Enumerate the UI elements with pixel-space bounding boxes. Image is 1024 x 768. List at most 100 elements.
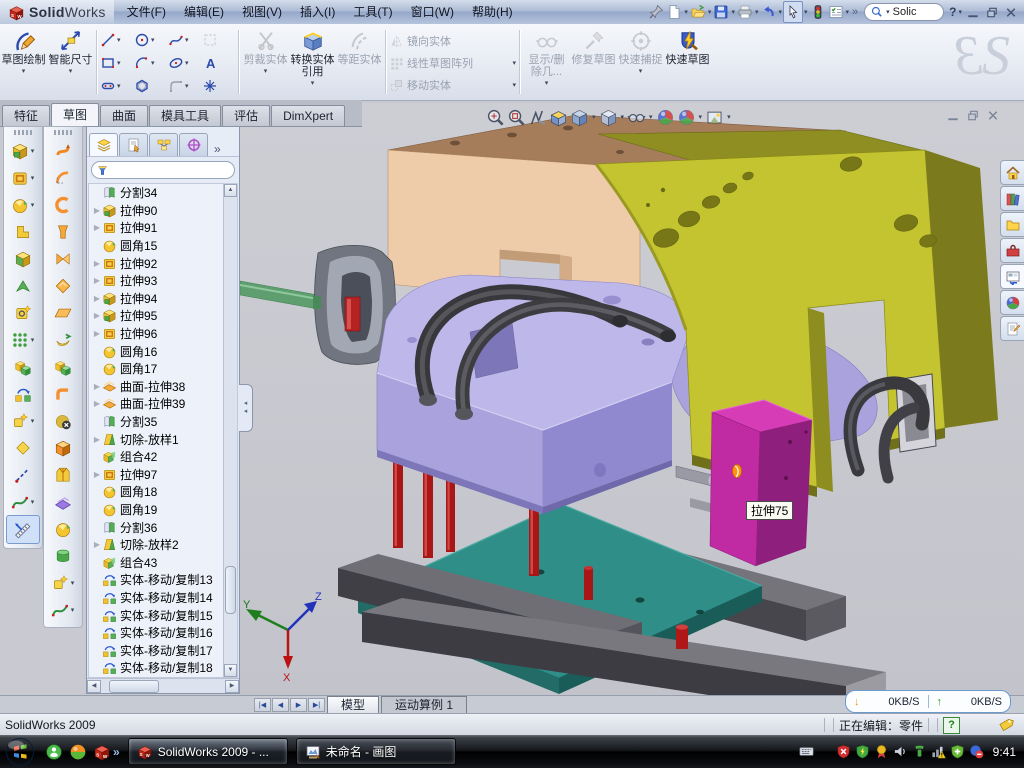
tool-sparkle-box[interactable]: ▾ [6, 407, 40, 434]
tool-pattern-dots[interactable]: ▾ [6, 326, 40, 353]
quicklaunch-security-ball[interactable] [69, 743, 87, 761]
sketch-tool-line[interactable]: ▾ [100, 28, 134, 51]
tab-曲面[interactable]: 曲面 [100, 105, 148, 126]
tab-nav-button[interactable]: |◀ [254, 698, 271, 712]
chevron-down-icon[interactable]: ▾ [621, 113, 625, 121]
tree-item-拉伸92[interactable]: ▶拉伸92 [89, 254, 237, 272]
help-button[interactable]: ? [949, 5, 956, 19]
chevron-down-icon[interactable]: ▾ [684, 8, 688, 16]
tool-fillet-ball[interactable]: ▾ [6, 191, 40, 218]
undo-button[interactable] [759, 2, 777, 22]
tray-volume[interactable] [893, 744, 908, 759]
toolbar-overflow-chevron[interactable]: » [852, 6, 858, 18]
cmd-trim[interactable]: 剪裁实体▾ [242, 24, 289, 100]
tree-item-圆角15[interactable]: 圆角15 [89, 237, 237, 255]
expand-arrow-icon[interactable]: ▶ [92, 223, 102, 232]
scroll-down-button[interactable]: ▼ [224, 664, 237, 677]
tray-antivirus-red[interactable] [836, 744, 851, 759]
chevron-down-icon[interactable]: ▾ [699, 113, 703, 121]
quicklaunch-solidworks[interactable]: SW [93, 743, 111, 761]
tree-item-实体-移动/复制16[interactable]: 实体-移动/复制16 [89, 624, 237, 642]
cmd-mirror[interactable]: 镜向实体 [389, 30, 517, 52]
menu-编辑(E)[interactable]: 编辑(E) [175, 0, 233, 24]
tool-fillet-ball[interactable] [46, 515, 80, 542]
tool-funnel-orange[interactable] [46, 218, 80, 245]
tool-dash-dot[interactable] [6, 461, 40, 488]
tool-cubes-pair[interactable] [6, 353, 40, 380]
expand-arrow-icon[interactable]: ▶ [92, 206, 102, 215]
expand-arrow-icon[interactable]: ▶ [92, 470, 102, 479]
scroll-right-button[interactable]: ▶ [225, 680, 239, 693]
part-extrude75-block[interactable] [710, 400, 812, 566]
expand-arrow-icon[interactable]: ▶ [92, 540, 102, 549]
tab-评估[interactable]: 评估 [222, 105, 270, 126]
help-chevron-icon[interactable]: ▾ [958, 8, 962, 16]
tree-item-圆角17[interactable]: 圆角17 [89, 360, 237, 378]
cmd-convert[interactable]: 转换实体引用▾ [289, 24, 336, 100]
select-cursor-button[interactable] [783, 1, 803, 23]
graphics-viewport[interactable]: Y Z X [240, 103, 1024, 695]
tool-cube-green-face[interactable] [6, 245, 40, 272]
hud-display-style[interactable] [599, 108, 618, 127]
tool-hole-wizard[interactable] [6, 299, 40, 326]
taskpane-file-explorer[interactable] [1000, 212, 1024, 237]
tree-item-实体-移动/复制18[interactable]: 实体-移动/复制18 [89, 659, 237, 677]
taskbar-window-2[interactable]: 未命名 - 画图 [296, 738, 456, 765]
sketch-tool-rectangle[interactable]: ▾ [100, 51, 134, 74]
panel-tab-configurationmanager[interactable] [149, 133, 178, 156]
tree-item-组合43[interactable]: 组合43 [89, 553, 237, 571]
expand-arrow-icon[interactable]: ▶ [92, 294, 102, 303]
menu-窗口(W)[interactable]: 窗口(W) [402, 0, 463, 24]
tool-extrude-sq[interactable]: ▾ [6, 164, 40, 191]
toolbar-drag-handle[interactable] [14, 130, 32, 135]
taskpane-solidworks-resources[interactable] [1000, 160, 1024, 185]
quicklaunch-messenger[interactable] [45, 743, 63, 761]
3d-model-view[interactable]: Y Z X [240, 103, 1024, 695]
tool-banana[interactable] [46, 326, 80, 353]
tree-item-分割36[interactable]: 分割36 [89, 518, 237, 536]
tool-delete-sphere[interactable] [46, 407, 80, 434]
hud-zoom-fit[interactable] [486, 108, 505, 127]
cmd-smart-dim[interactable]: 智能尺寸▾ [47, 24, 94, 100]
sketch-tool-arc[interactable]: ▾ [134, 51, 168, 74]
taskpane-design-library[interactable] [1000, 186, 1024, 211]
chevron-down-icon[interactable]: ▾ [804, 8, 808, 16]
expand-arrow-icon[interactable]: ▶ [92, 276, 102, 285]
chevron-down-icon[interactable]: ▾ [727, 113, 731, 121]
taskbar-clock[interactable]: 9:41 [987, 745, 1016, 759]
panel-tab-chevron[interactable]: » [209, 142, 226, 156]
tool-diamond-orange[interactable] [46, 272, 80, 299]
chevron-down-icon[interactable]: ▾ [649, 113, 653, 121]
print-button[interactable] [736, 2, 754, 22]
cmd-sketch-pencil[interactable]: 草图绘制▾ [0, 24, 47, 100]
hud-view-settings[interactable] [705, 108, 724, 127]
tab-草图[interactable]: 草图 [51, 103, 99, 126]
new-doc-button[interactable] [665, 2, 683, 22]
hud-zoom-area[interactable] [507, 108, 526, 127]
tree-item-圆角19[interactable]: 圆角19 [89, 501, 237, 519]
taskpane-custom-properties[interactable] [1000, 316, 1024, 341]
tree-item-圆角18[interactable]: 圆角18 [89, 483, 237, 501]
sketch-tool-point-star[interactable] [202, 74, 236, 97]
tab-DimXpert[interactable]: DimXpert [271, 105, 345, 126]
tool-box-orange[interactable] [46, 434, 80, 461]
open-button[interactable] [689, 2, 707, 22]
tray-network-warning[interactable] [931, 744, 946, 759]
tab-模具工具[interactable]: 模具工具 [149, 105, 221, 126]
tab-nav-button[interactable]: ◀ [272, 698, 289, 712]
traffic-light-button[interactable] [809, 2, 827, 22]
tree-vertical-scrollbar[interactable]: ▲ ▼ [223, 184, 237, 677]
close-button[interactable] [1002, 4, 1020, 20]
chevron-down-icon[interactable]: ▾ [592, 113, 596, 121]
tree-item-拉伸91[interactable]: ▶拉伸91 [89, 219, 237, 237]
panel-tab-featuremanager[interactable] [89, 133, 118, 156]
tree-item-曲面-拉伸38[interactable]: ▶曲面-拉伸38 [89, 378, 237, 396]
panel-tab-dimxpert-manager[interactable] [179, 133, 208, 156]
tree-item-曲面-拉伸39[interactable]: ▶曲面-拉伸39 [89, 395, 237, 413]
tab-运动算例 1[interactable]: 运动算例 1 [381, 696, 467, 714]
tool-plane-orange[interactable] [46, 299, 80, 326]
expand-arrow-icon[interactable]: ▶ [92, 329, 102, 338]
sketch-tool-text-a[interactable]: A [202, 51, 236, 74]
expand-arrow-icon[interactable]: ▶ [92, 311, 102, 320]
minimize-button[interactable] [964, 4, 982, 20]
